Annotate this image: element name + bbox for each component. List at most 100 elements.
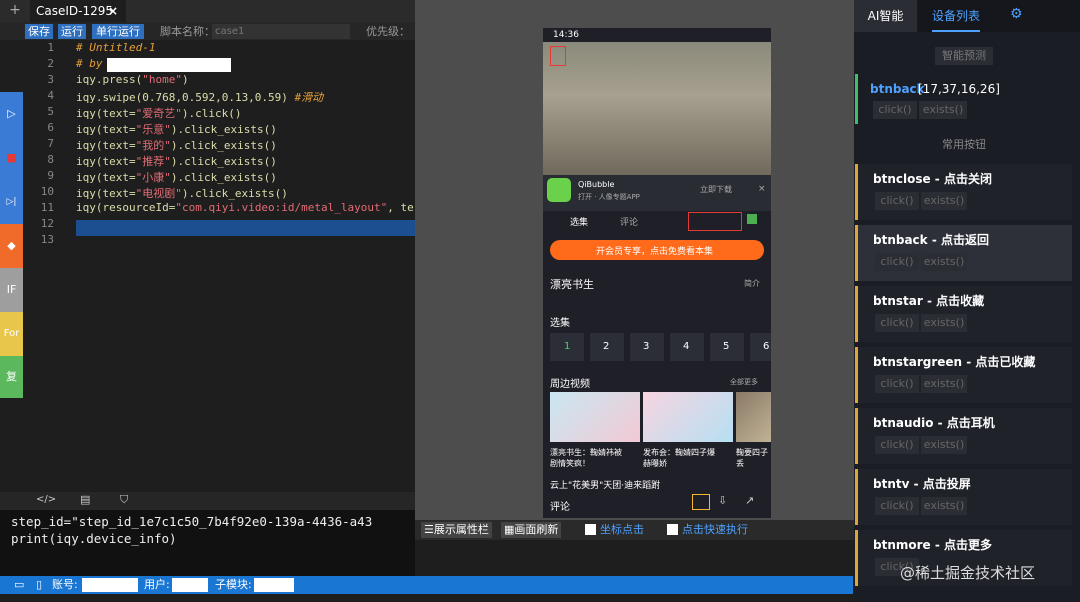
- video-thumbnail[interactable]: [736, 392, 771, 442]
- tab-select[interactable]: 选集: [570, 215, 588, 228]
- button-card-btnaudio[interactable]: btnaudio - 点击耳机 click() exists(): [855, 408, 1072, 464]
- shield-icon[interactable]: ⛉: [120, 493, 128, 507]
- popup-download-button[interactable]: 立即下载: [700, 184, 732, 195]
- fast-click-checkbox[interactable]: [667, 524, 678, 535]
- code-text: , te: [387, 201, 414, 214]
- episode-5[interactable]: 5: [710, 333, 744, 361]
- add-tab-button[interactable]: +: [0, 0, 30, 22]
- account-label: 账号:: [52, 578, 78, 591]
- run-button[interactable]: 运行: [58, 24, 86, 39]
- episodes-label: 选集: [550, 318, 570, 329]
- copy-block-button[interactable]: 复: [0, 356, 23, 398]
- highlighted-element-box: [688, 212, 742, 231]
- bottom-promo-text: 云上"花美男"天团·迪来蹈跗: [550, 481, 661, 491]
- tab-device-list[interactable]: 设备列表: [932, 0, 981, 32]
- coord-click-label[interactable]: 坐标点击: [600, 522, 644, 538]
- video-player[interactable]: [543, 42, 771, 175]
- fast-click-label[interactable]: 点击快速执行: [682, 522, 748, 538]
- code-text: ): [181, 73, 189, 86]
- exists-button[interactable]: exists(): [921, 192, 967, 210]
- card-accent: [855, 408, 858, 464]
- click-button[interactable]: click(): [875, 375, 919, 393]
- code-icon[interactable]: </>: [36, 494, 56, 505]
- script-name-label: 脚本名称：: [160, 25, 215, 38]
- code-text: iqy(text=: [76, 107, 136, 120]
- selected-indicator: [855, 74, 858, 124]
- episode-2[interactable]: 2: [590, 333, 624, 361]
- user-label: 用户:: [144, 578, 170, 591]
- click-button[interactable]: click(): [875, 253, 919, 271]
- code-text: ).click_exists(): [170, 139, 277, 152]
- script-name-input[interactable]: case1: [212, 24, 350, 39]
- click-button[interactable]: click(): [875, 497, 919, 515]
- episode-4[interactable]: 4: [670, 333, 704, 361]
- step-icon[interactable]: ▷|: [0, 180, 23, 224]
- back-icon[interactable]: [550, 46, 566, 66]
- show-intro-link[interactable]: 简介: [744, 278, 760, 289]
- nearby-more-link[interactable]: 全部更多: [730, 377, 758, 387]
- exists-button[interactable]: exists(): [919, 101, 967, 119]
- click-button[interactable]: click(): [875, 314, 919, 332]
- exists-button[interactable]: exists(): [921, 497, 967, 515]
- close-tab-icon[interactable]: ×: [108, 0, 122, 22]
- click-button[interactable]: click(): [875, 192, 919, 210]
- button-card-btnback[interactable]: btnback - 点击返回 click() exists(): [855, 225, 1072, 281]
- if-block-button[interactable]: IF: [0, 268, 23, 312]
- console-output[interactable]: step_id="step_id_1e7c1c50_7b4f92e0-139a-…: [0, 510, 415, 576]
- for-block-button[interactable]: For: [0, 312, 23, 356]
- device-icon[interactable]: ▯: [36, 576, 42, 594]
- line-number: 11: [40, 201, 54, 214]
- code-text: ).click_exists(): [170, 123, 277, 136]
- video-thumbnail[interactable]: [550, 392, 640, 442]
- card-title: btntv - 点击投屏: [873, 477, 971, 491]
- button-card-btnstar[interactable]: btnstar - 点击收藏 click() exists(): [855, 286, 1072, 342]
- video-thumbnail[interactable]: [643, 392, 733, 442]
- coord-click-checkbox[interactable]: [585, 524, 596, 535]
- comment-input[interactable]: 评论: [550, 498, 570, 513]
- exists-button[interactable]: exists(): [921, 314, 967, 332]
- edit-icon[interactable]: [692, 494, 710, 510]
- code-string: "小康": [135, 171, 171, 184]
- show-props-button[interactable]: ☰展示属性栏: [421, 522, 492, 538]
- popup-close-icon[interactable]: ×: [758, 184, 766, 194]
- button-card-btnclose[interactable]: btnclose - 点击关闭 click() exists(): [855, 164, 1072, 220]
- code-text: iqy(text=: [76, 139, 136, 152]
- save-button[interactable]: 保存: [25, 24, 53, 39]
- refresh-button[interactable]: ▦画面刷新: [501, 522, 562, 538]
- code-string: "我的": [135, 139, 171, 152]
- database-icon[interactable]: ▤: [80, 493, 90, 506]
- popup-title: QiBubble: [578, 180, 615, 189]
- green-button-icon[interactable]: [747, 214, 757, 224]
- share-icon[interactable]: ↗: [745, 494, 754, 507]
- episode-1[interactable]: 1: [550, 333, 584, 361]
- exists-button[interactable]: exists(): [921, 436, 967, 454]
- play-icon[interactable]: ▷: [0, 92, 23, 136]
- priority-label: 优先级：: [366, 25, 410, 38]
- click-button[interactable]: click(): [875, 436, 919, 454]
- card-accent: [855, 347, 858, 403]
- stop-icon[interactable]: ■: [0, 136, 23, 180]
- left-tool-strip: ▷ ■ ▷| ◆ IF For 复: [0, 92, 23, 398]
- breakpoint-icon[interactable]: ◆: [0, 224, 23, 268]
- exists-button[interactable]: exists(): [921, 253, 967, 271]
- code-editor[interactable]: # Untitled-1 # by iqy.press("home") iqy.…: [60, 40, 415, 492]
- settings-icon[interactable]: ⚙: [1010, 6, 1023, 22]
- button-card-btntv[interactable]: btntv - 点击投屏 click() exists(): [855, 469, 1072, 525]
- episode-3[interactable]: 3: [630, 333, 664, 361]
- code-text: ).click_exists(): [170, 171, 277, 184]
- tab-comment[interactable]: 评论: [620, 215, 638, 228]
- run-single-button[interactable]: 单行运行: [92, 24, 144, 39]
- exists-button[interactable]: exists(): [921, 375, 967, 393]
- layout-icon[interactable]: ▭: [14, 576, 24, 594]
- download-icon[interactable]: ⇩: [718, 494, 727, 507]
- line-number: 1: [47, 41, 54, 54]
- smart-predict-button[interactable]: 智能预测: [935, 47, 993, 65]
- button-card-btnstargreen[interactable]: btnstargreen - 点击已收藏 click() exists(): [855, 347, 1072, 403]
- code-comment: #滑动: [294, 91, 324, 104]
- device-toolbar: ☰展示属性栏 ▦画面刷新 坐标点击 点击快速执行: [415, 520, 854, 540]
- episode-6[interactable]: 6: [750, 333, 771, 361]
- code-string: "推荐": [135, 155, 171, 168]
- code-text: iqy.press(: [76, 73, 143, 86]
- tab-ai[interactable]: AI智能: [854, 0, 917, 32]
- click-button[interactable]: click(): [873, 101, 917, 119]
